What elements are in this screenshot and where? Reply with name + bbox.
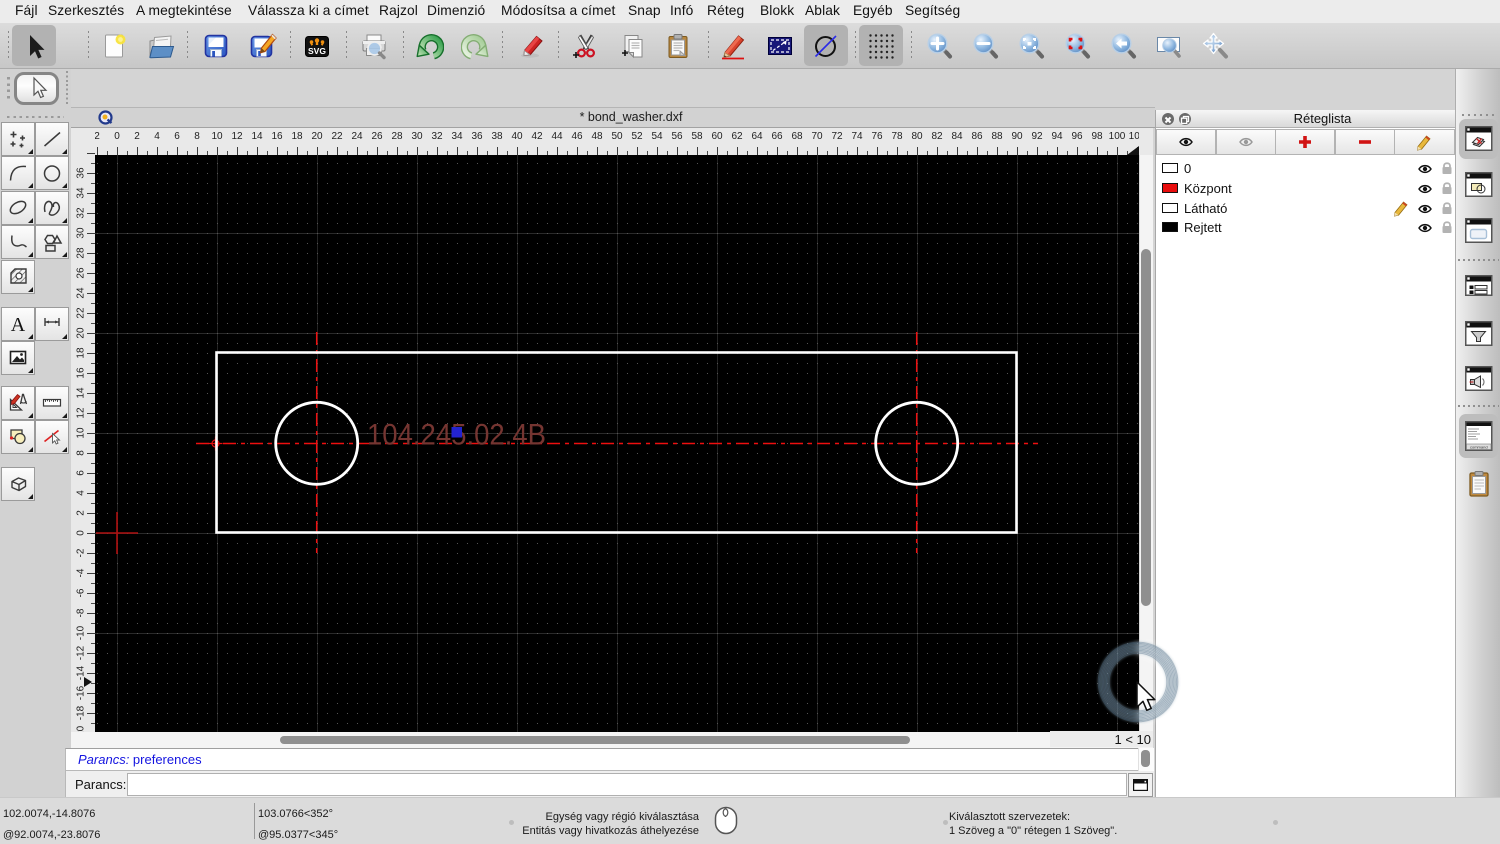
svg-text:SVG: SVG (308, 46, 326, 56)
svg-text:command: command (1470, 445, 1488, 450)
svg-text:A: A (10, 314, 25, 335)
